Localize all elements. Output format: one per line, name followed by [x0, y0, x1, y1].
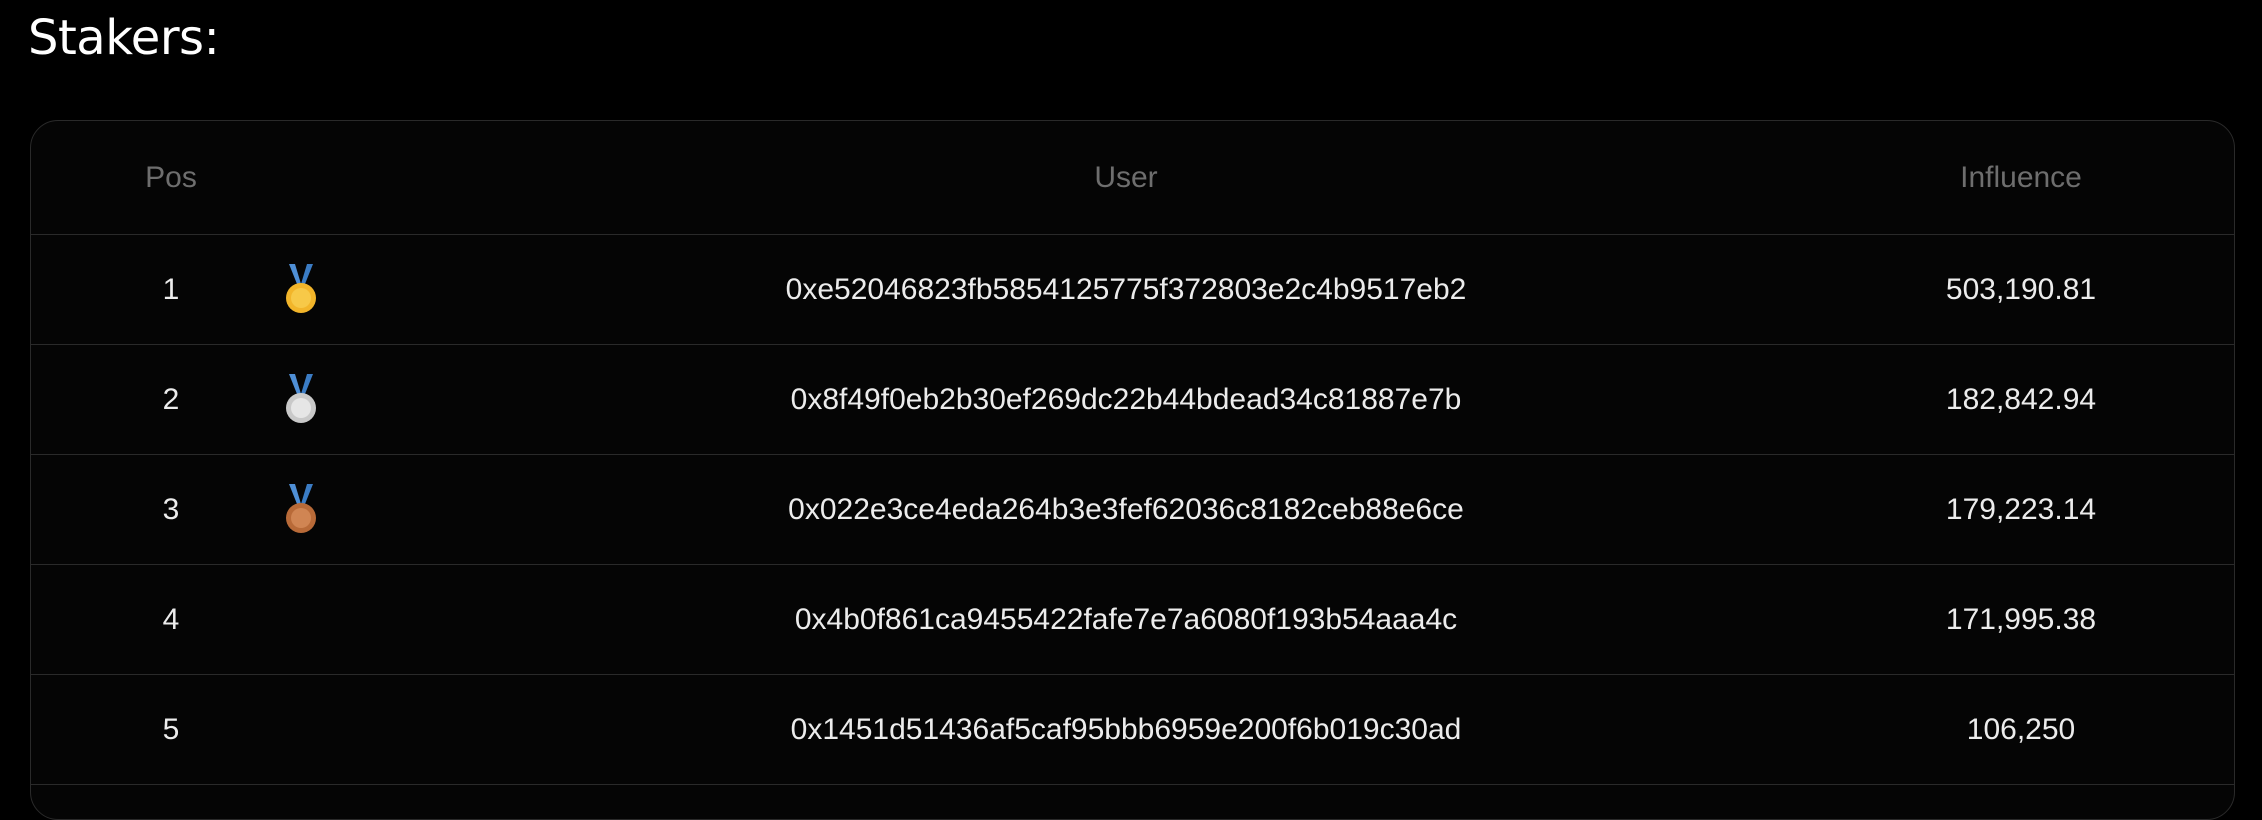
gold-medal-icon [231, 235, 371, 344]
stakers-table: Pos User Influence 1 0xe52046823fb585412… [30, 120, 2235, 820]
row-user-address[interactable]: 0x4b0f861ca9455422fafe7e7a6080f193b54aaa… [571, 565, 1681, 674]
table-row[interactable]: 4 0x4b0f861ca9455422fafe7e7a6080f193b54a… [31, 565, 2234, 675]
silver-medal-icon [231, 345, 371, 454]
row-user-address[interactable]: 0x8f49f0eb2b30ef269dc22b44bdead34c81887e… [571, 345, 1681, 454]
row-influence: 106,250 [1966, 712, 2076, 746]
page-title: Stakers: [28, 10, 220, 66]
table-row[interactable]: 1 0xe52046823fb5854125775f372803e2c4b951… [31, 235, 2234, 345]
row-influence: 503,190.81 [1945, 272, 2097, 306]
bronze-medal-icon [231, 455, 371, 564]
row-user-address[interactable]: 0x022e3ce4eda264b3e3fef62036c8182ceb88e6… [571, 455, 1681, 564]
row-influence: 182,842.94 [1945, 382, 2097, 416]
row-influence: 179,223.14 [1945, 492, 2097, 526]
row-user-address[interactable]: 0xe52046823fb5854125775f372803e2c4b9517e… [571, 235, 1681, 344]
table-header: Pos User Influence [31, 121, 2234, 235]
row-influence: 171,995.38 [1945, 602, 2097, 636]
header-pos[interactable]: Pos [61, 121, 281, 234]
header-influence[interactable]: Influence [1841, 121, 2201, 234]
table-row[interactable]: 3 0x022e3ce4eda264b3e3fef62036c8182ceb88… [31, 455, 2234, 565]
row-user-address[interactable]: 0x1451d51436af5caf95bbb6959e200f6b019c30… [571, 675, 1681, 784]
row-pos: 4 [162, 602, 180, 636]
row-pos: 5 [162, 712, 180, 746]
table-row[interactable]: 2 0x8f49f0eb2b30ef269dc22b44bdead34c8188… [31, 345, 2234, 455]
table-row[interactable]: 5 0x1451d51436af5caf95bbb6959e200f6b019c… [31, 675, 2234, 785]
header-user[interactable]: User [571, 121, 1681, 234]
